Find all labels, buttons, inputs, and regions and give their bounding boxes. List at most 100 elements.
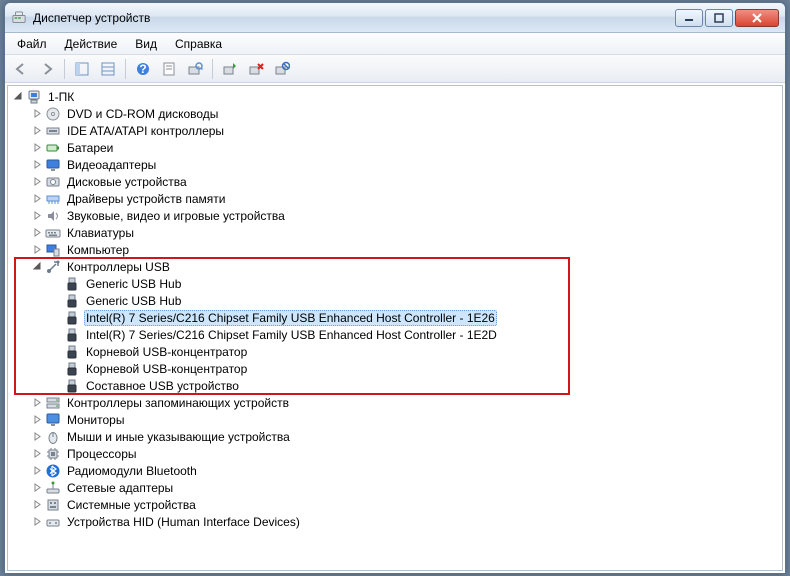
usbdev-icon (64, 378, 80, 394)
tree-expander[interactable] (29, 140, 45, 156)
tree-category-label: Драйверы устройств памяти (65, 192, 227, 206)
menu-view[interactable]: Вид (127, 35, 165, 53)
tree-expander[interactable] (29, 225, 45, 241)
help-button[interactable]: ? (131, 57, 155, 81)
tree-device-label: Составное USB устройство (84, 379, 241, 393)
tree-category-cpu[interactable]: Процессоры (10, 445, 782, 462)
tree-device-item[interactable]: Корневой USB-концентратор (10, 343, 782, 360)
tree-category-storage[interactable]: Контроллеры запоминающих устройств (10, 394, 782, 411)
tree-category-monitor[interactable]: Мониторы (10, 411, 782, 428)
tree-category-label: Мыши и иные указывающие устройства (65, 430, 292, 444)
tree-expander[interactable] (29, 242, 45, 258)
toolbar-separator (212, 59, 213, 79)
tree-category-system[interactable]: Системные устройства (10, 496, 782, 513)
tree-device-item[interactable]: Intel(R) 7 Series/C216 Chipset Family US… (10, 326, 782, 343)
disable-button[interactable] (270, 57, 294, 81)
tree-expander[interactable] (29, 174, 45, 190)
menu-action[interactable]: Действие (57, 35, 126, 53)
window-title: Диспетчер устройств (33, 11, 675, 25)
forward-button[interactable] (35, 57, 59, 81)
close-button[interactable] (735, 9, 779, 27)
tree-device-item[interactable]: Generic USB Hub (10, 275, 782, 292)
tree-expander[interactable] (29, 463, 45, 479)
tree-category-battery[interactable]: Батареи (10, 139, 782, 156)
tree-category-hid[interactable]: Устройства HID (Human Interface Devices) (10, 513, 782, 530)
toolbar: ? (5, 55, 785, 83)
tree-root[interactable]: 1-ПК (10, 88, 782, 105)
tree-category-label: DVD и CD-ROM дисководы (65, 107, 220, 121)
properties-button[interactable] (157, 57, 181, 81)
tree-expander[interactable] (29, 412, 45, 428)
tree-expander[interactable] (29, 191, 45, 207)
storage-icon (45, 395, 61, 411)
tree-expander[interactable] (29, 106, 45, 122)
tree-category-video[interactable]: Видеоадаптеры (10, 156, 782, 173)
tree-category-mouse[interactable]: Мыши и иные указывающие устройства (10, 428, 782, 445)
tree-category-label: Радиомодули Bluetooth (65, 464, 199, 478)
tree-category-label: Дисковые устройства (65, 175, 189, 189)
tree-category-memdrv[interactable]: Драйверы устройств памяти (10, 190, 782, 207)
tree-category-keyboard[interactable]: Клавиатуры (10, 224, 782, 241)
tree-device-item[interactable]: Intel(R) 7 Series/C216 Chipset Family US… (10, 309, 782, 326)
tree-expander[interactable] (29, 497, 45, 513)
keyboard-icon (45, 225, 61, 241)
uninstall-button[interactable] (244, 57, 268, 81)
tree-device-label: Корневой USB-концентратор (84, 362, 249, 376)
tree-category-usb[interactable]: Контроллеры USB (10, 258, 782, 275)
tree-expander[interactable] (10, 89, 26, 105)
tree-expander[interactable] (29, 259, 45, 275)
tree-device-item[interactable]: Составное USB устройство (10, 377, 782, 394)
show-hide-tree-button[interactable] (70, 57, 94, 81)
tree-expander[interactable] (29, 208, 45, 224)
sys-icon (45, 497, 61, 513)
tree-category-computer[interactable]: Компьютер (10, 241, 782, 258)
tree-expander[interactable] (29, 123, 45, 139)
tree-category-label: Контроллеры USB (65, 260, 172, 274)
usbdev-icon (64, 327, 80, 343)
tree-device-item[interactable]: Корневой USB-концентратор (10, 360, 782, 377)
toolbar-separator (64, 59, 65, 79)
tree-expander-empty (48, 378, 64, 394)
content-area: 1-ПК DVD и CD-ROM дисководы IDE ATA/ATAPI … (7, 85, 783, 571)
svg-text:?: ? (139, 62, 146, 76)
tree-category-label: Мониторы (65, 413, 126, 427)
tree-expander[interactable] (29, 514, 45, 530)
tree-expander[interactable] (29, 395, 45, 411)
tree-category-label: Сетевые адаптеры (65, 481, 175, 495)
tree-category-label: Компьютер (65, 243, 131, 257)
titlebar[interactable]: Диспетчер устройств (5, 3, 785, 33)
device-tree[interactable]: 1-ПК DVD и CD-ROM дисководы IDE ATA/ATAPI … (8, 86, 782, 570)
tree-category-ide[interactable]: IDE ATA/ATAPI контроллеры (10, 122, 782, 139)
device-manager-window: Диспетчер устройств Файл Действие Вид Сп… (4, 2, 786, 574)
tree-expander[interactable] (29, 157, 45, 173)
tree-category-disk[interactable]: Дисковые устройства (10, 173, 782, 190)
tree-root-label: 1-ПК (46, 90, 76, 104)
tree-category-label: Системные устройства (65, 498, 198, 512)
tree-device-item[interactable]: Generic USB Hub (10, 292, 782, 309)
tree-category-sound[interactable]: Звуковые, видео и игровые устройства (10, 207, 782, 224)
menu-file[interactable]: Файл (9, 35, 55, 53)
minimize-button[interactable] (675, 9, 703, 27)
tree-expander[interactable] (29, 446, 45, 462)
menu-help[interactable]: Справка (167, 35, 230, 53)
tree-category-label: Процессоры (65, 447, 139, 461)
window-controls (675, 9, 779, 27)
tree-expander-empty (48, 327, 64, 343)
tree-expander-empty (48, 344, 64, 360)
tree-category-label: IDE ATA/ATAPI контроллеры (65, 124, 226, 138)
maximize-button[interactable] (705, 9, 733, 27)
scan-hardware-button[interactable] (183, 57, 207, 81)
battery-icon (45, 140, 61, 156)
disc-icon (45, 106, 61, 122)
update-driver-button[interactable] (218, 57, 242, 81)
all-devices-button[interactable] (96, 57, 120, 81)
tree-category-network[interactable]: Сетевые адаптеры (10, 479, 782, 496)
tree-category-dvd[interactable]: DVD и CD-ROM дисководы (10, 105, 782, 122)
tree-expander[interactable] (29, 480, 45, 496)
tree-expander[interactable] (29, 429, 45, 445)
back-button[interactable] (9, 57, 33, 81)
tree-device-label: Intel(R) 7 Series/C216 Chipset Family US… (84, 328, 499, 342)
usbdev-icon (64, 293, 80, 309)
tree-category-bluetooth[interactable]: Радиомодули Bluetooth (10, 462, 782, 479)
usbdev-icon (64, 344, 80, 360)
